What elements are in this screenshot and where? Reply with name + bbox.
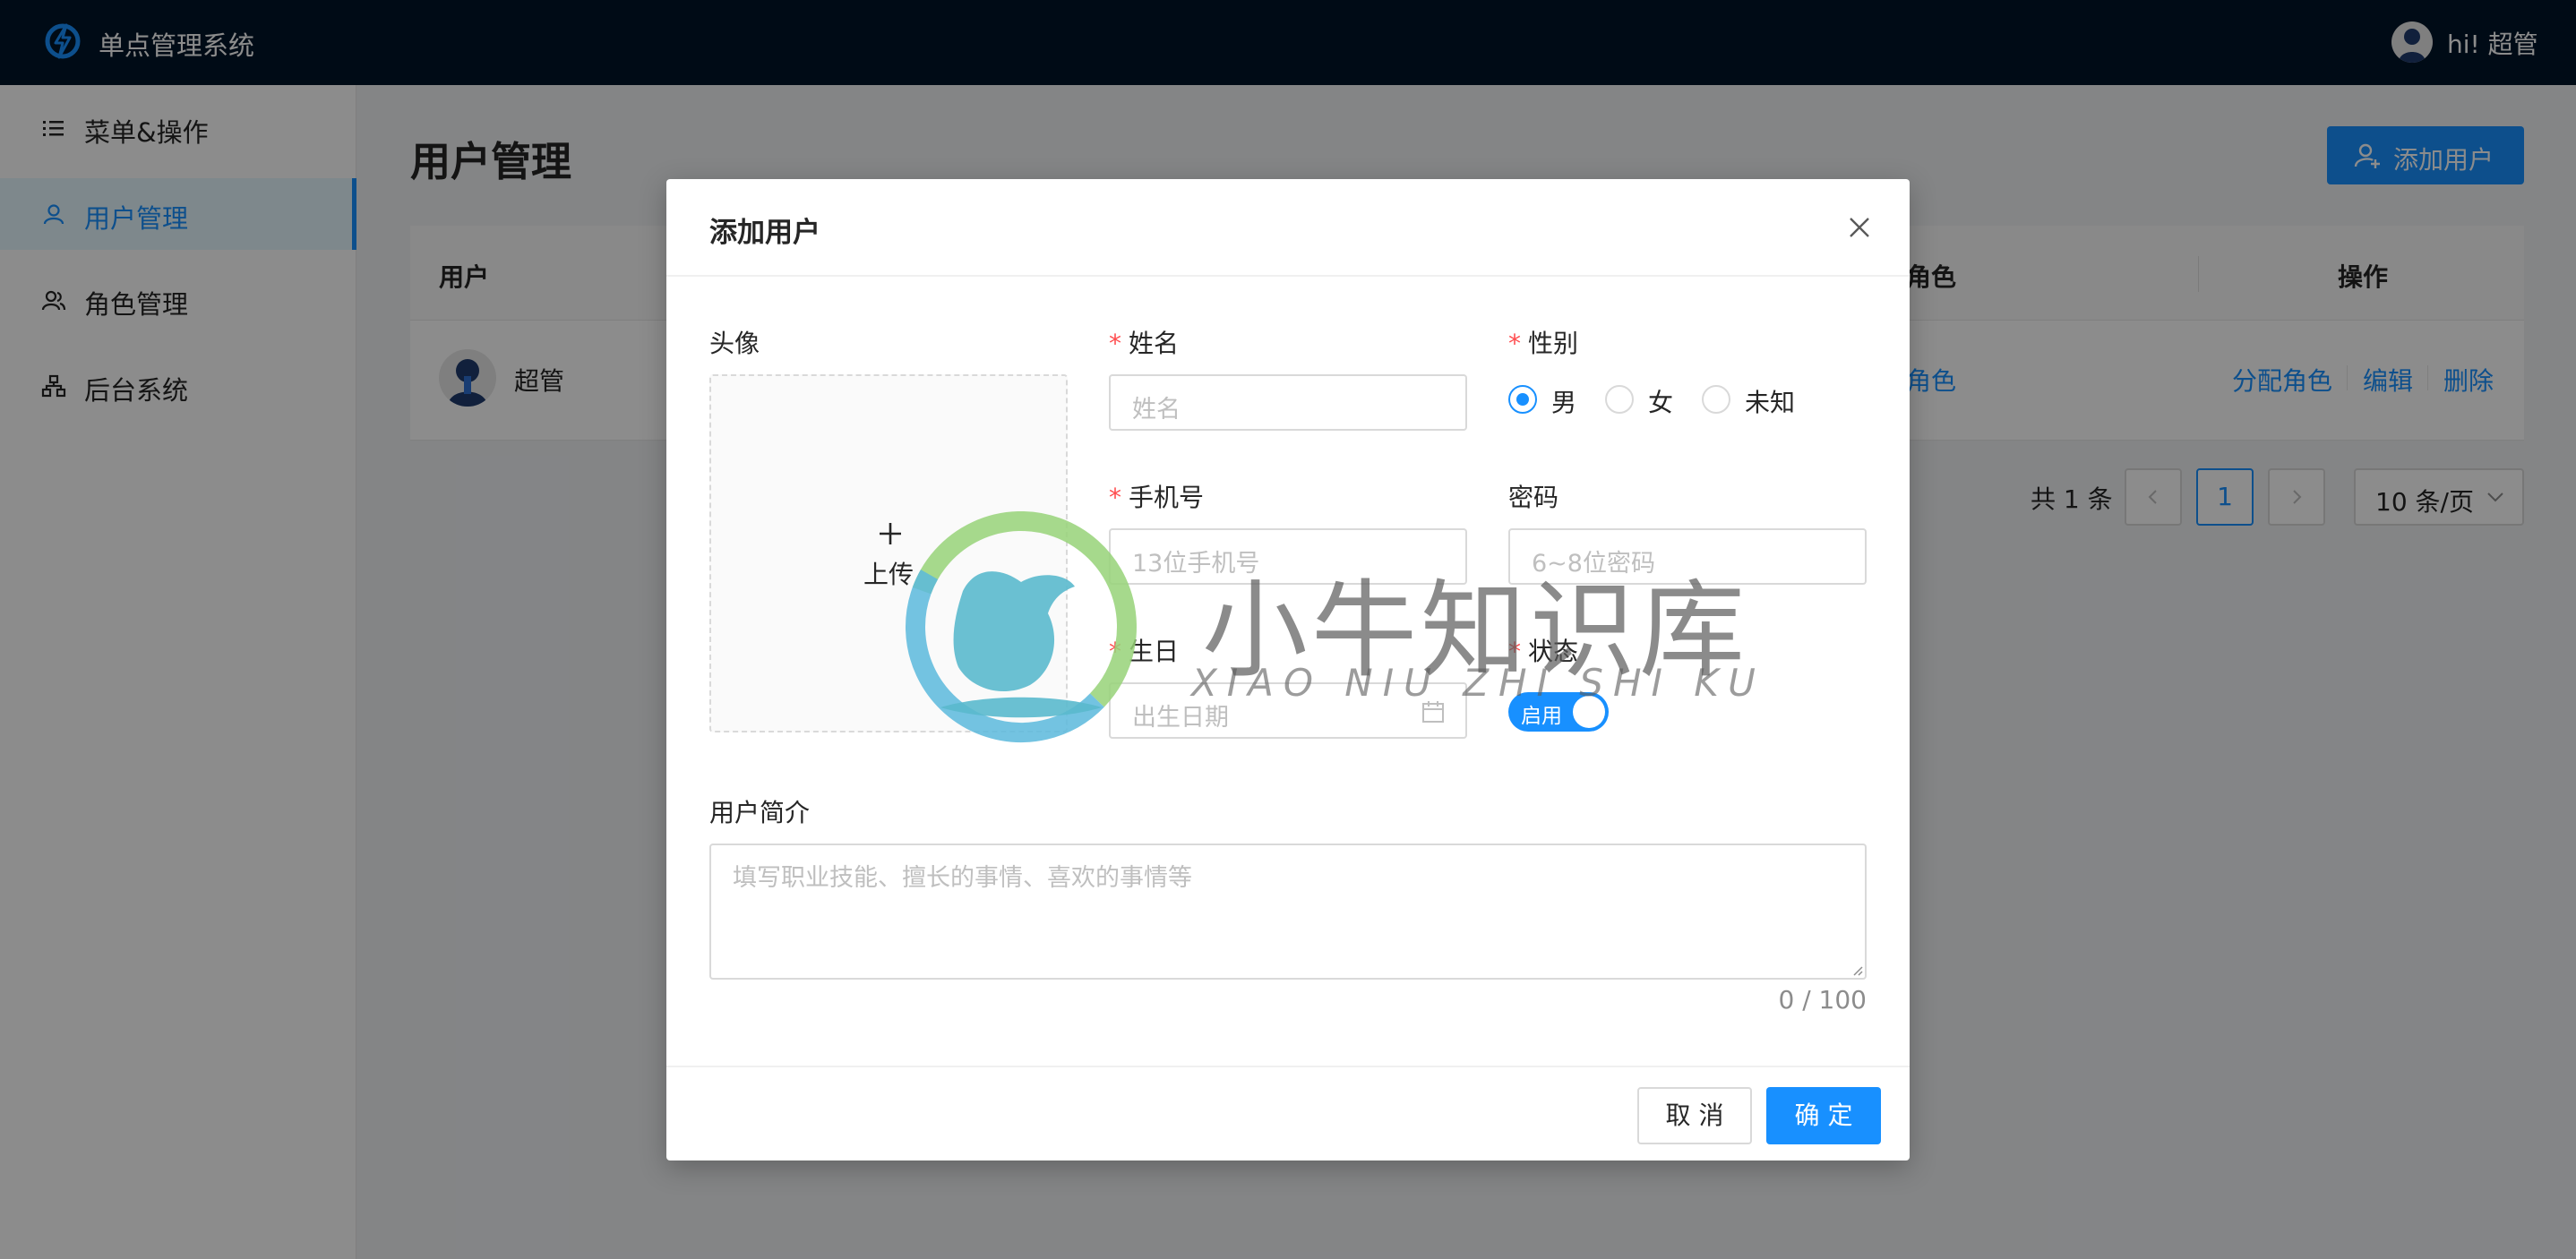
resize-handle-icon[interactable]: [1849, 962, 1863, 976]
required-mark: *: [1508, 329, 1521, 358]
toggle-text: 启用: [1521, 705, 1562, 728]
status-label: * 状态: [1508, 632, 1578, 668]
confirm-button[interactable]: 确 定: [1766, 1087, 1881, 1144]
required-mark: *: [1109, 483, 1121, 512]
name-label: * 姓名: [1109, 324, 1179, 360]
status-label-text: 状态: [1528, 637, 1579, 666]
bio-placeholder: 填写职业技能、擅长的事情、喜欢的事情等: [733, 864, 1192, 892]
gender-label: * 性别: [1508, 324, 1578, 360]
phone-field[interactable]: 13位手机号: [1109, 528, 1467, 585]
radio-label: 未知: [1745, 388, 1796, 417]
plus-icon: [880, 523, 901, 544]
add-user-modal: 添加用户 头像 上传 * 姓名 姓名 * 性别 男 女 未知 * 手机号 13位手机号…: [666, 179, 1910, 1161]
radio-circle: [1508, 385, 1537, 414]
cancel-button[interactable]: 取 消: [1637, 1087, 1752, 1144]
bio-textarea[interactable]: 填写职业技能、擅长的事情、喜欢的事情等: [709, 844, 1867, 980]
name-placeholder: 姓名: [1132, 396, 1181, 424]
phone-placeholder: 13位手机号: [1132, 550, 1260, 578]
birthday-label-text: 生日: [1129, 637, 1180, 666]
name-field[interactable]: 姓名: [1109, 374, 1467, 431]
radio-label: 男: [1551, 388, 1577, 417]
password-field[interactable]: 6~8位密码: [1508, 528, 1867, 585]
modal-header: 添加用户: [666, 179, 1910, 277]
upload-label: 上传: [863, 560, 914, 589]
name-label-text: 姓名: [1129, 329, 1180, 358]
modal-footer: 取 消 确 定: [666, 1066, 1910, 1161]
avatar-upload[interactable]: 上传: [709, 374, 1068, 732]
required-mark: *: [1109, 637, 1121, 666]
char-counter: 0 / 100: [1778, 985, 1868, 1015]
radio-circle: [1702, 385, 1730, 414]
close-button[interactable]: [1831, 199, 1888, 256]
required-mark: *: [1508, 637, 1521, 666]
phone-label-text: 手机号: [1129, 483, 1205, 512]
password-label: 密码: [1508, 483, 1559, 512]
radio-circle: [1605, 385, 1634, 414]
toggle-knob: [1573, 696, 1605, 728]
calendar-icon: [1422, 701, 1444, 723]
phone-label: * 手机号: [1109, 478, 1204, 514]
gender-label-text: 性别: [1528, 329, 1579, 358]
password-placeholder: 6~8位密码: [1532, 550, 1655, 578]
modal-title: 添加用户: [709, 217, 820, 249]
birthday-picker[interactable]: 出生日期: [1109, 682, 1467, 739]
required-mark: *: [1109, 329, 1121, 358]
birthday-label: * 生日: [1109, 632, 1179, 668]
status-toggle[interactable]: 启用: [1508, 692, 1609, 732]
close-icon: [1850, 218, 1869, 237]
birthday-placeholder: 出生日期: [1132, 704, 1229, 732]
radio-label: 女: [1648, 388, 1674, 417]
bio-label: 用户简介: [709, 798, 811, 827]
avatar-label: 头像: [709, 329, 760, 358]
